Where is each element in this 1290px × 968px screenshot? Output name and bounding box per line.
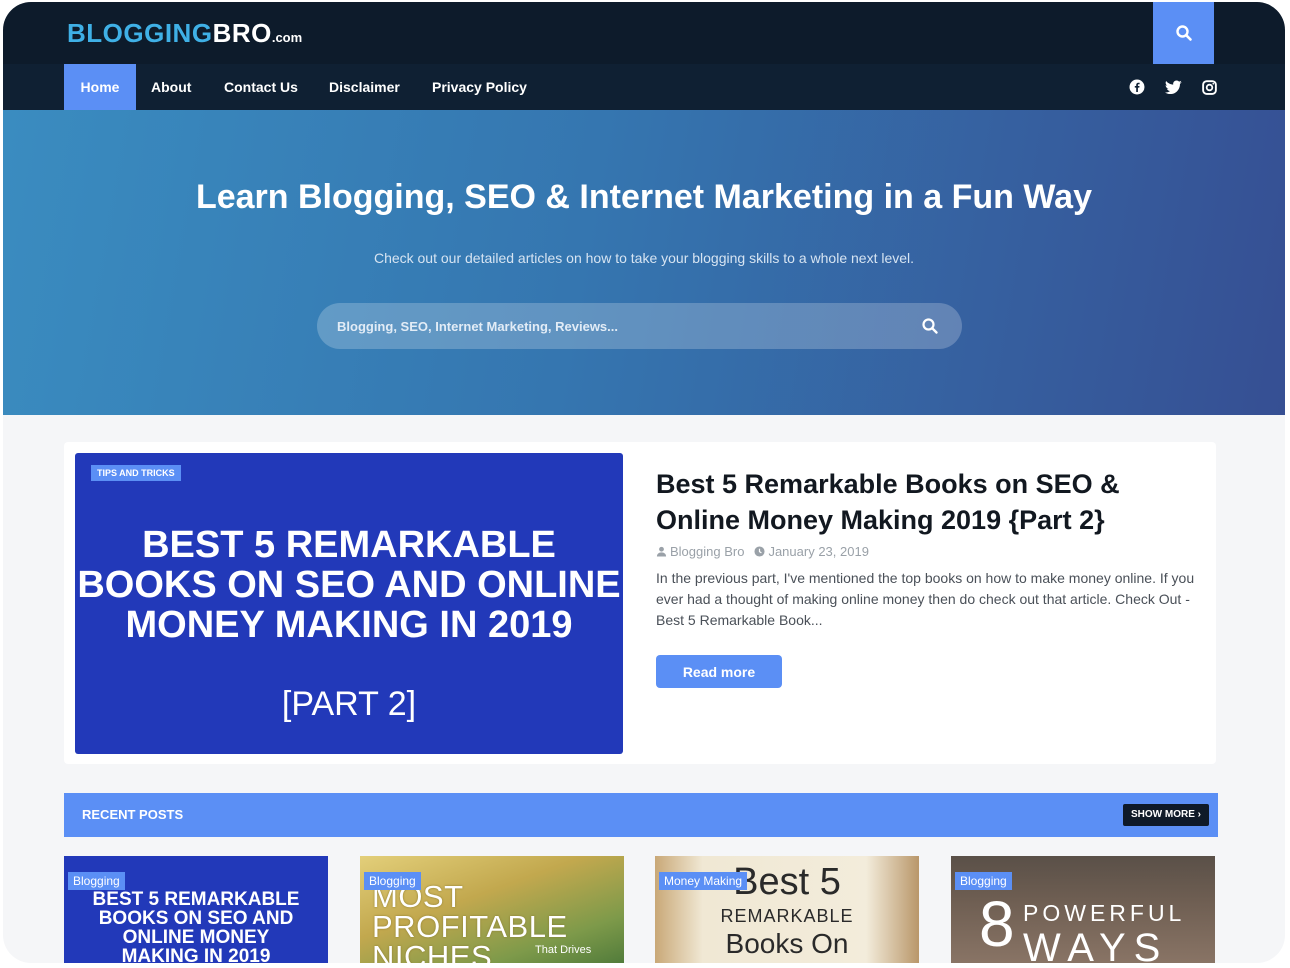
recent-post-card[interactable]: Blogging BEST 5 REMARKABLE BOOKS ON SEO … bbox=[64, 856, 328, 963]
featured-post-meta: Blogging Bro January 23, 2019 bbox=[656, 544, 879, 559]
featured-post-title[interactable]: Best 5 Remarkable Books on SEO & Online … bbox=[656, 466, 1196, 538]
nav-item-contact-us[interactable]: Contact Us bbox=[224, 64, 298, 110]
nav-item-privacy-policy[interactable]: Privacy Policy bbox=[432, 64, 527, 110]
card-category-tag[interactable]: Blogging bbox=[364, 872, 421, 890]
post-date: January 23, 2019 bbox=[768, 544, 869, 559]
clock-icon bbox=[754, 546, 765, 557]
post-author[interactable]: Blogging Bro bbox=[670, 544, 744, 559]
nav-item-disclaimer[interactable]: Disclaimer bbox=[329, 64, 400, 110]
main-nav: Home About Contact Us Disclaimer Privacy… bbox=[3, 64, 1285, 110]
recent-post-card[interactable]: Blogging MOST PROFITABLE NICHES That Dri… bbox=[360, 856, 624, 963]
hero-section: Learn Blogging, SEO & Internet Marketing… bbox=[3, 110, 1285, 415]
hero-subtitle: Check out our detailed articles on how t… bbox=[373, 250, 915, 266]
user-icon bbox=[656, 546, 667, 557]
featured-post-excerpt: In the previous part, I've mentioned the… bbox=[656, 570, 1195, 628]
featured-post-image[interactable]: TIPS AND TRICKS BEST 5 REMARKABLE BOOKS … bbox=[75, 453, 623, 754]
logo-part-com: .com bbox=[271, 30, 303, 45]
recent-post-card[interactable]: Money Making Best 5 REMARKABLE Books On bbox=[655, 856, 919, 963]
card-image-number: 8 bbox=[979, 888, 1015, 960]
hero-title: Learn Blogging, SEO & Internet Marketing… bbox=[195, 178, 1093, 216]
featured-image-part: [PART 2] bbox=[281, 685, 417, 723]
nav-item-about[interactable]: About bbox=[151, 64, 191, 110]
header-search-button[interactable] bbox=[1153, 2, 1214, 64]
site-logo[interactable]: BLOGGINGBRO.com bbox=[67, 18, 302, 49]
twitter-icon[interactable] bbox=[1164, 78, 1182, 96]
top-bar: BLOGGINGBRO.com bbox=[3, 2, 1285, 64]
featured-post: TIPS AND TRICKS BEST 5 REMARKABLE BOOKS … bbox=[64, 442, 1216, 764]
search-icon[interactable] bbox=[921, 317, 939, 335]
read-more-button[interactable]: Read more bbox=[656, 655, 782, 688]
featured-category-tag[interactable]: TIPS AND TRICKS bbox=[91, 465, 181, 481]
card-image-line-2: REMARKABLE bbox=[720, 906, 854, 926]
card-image-headline: BEST 5 REMARKABLE BOOKS ON SEO AND ONLIN… bbox=[92, 889, 300, 963]
nav-item-home[interactable]: Home bbox=[64, 64, 136, 110]
logo-part-bro: BRO bbox=[212, 18, 272, 48]
card-category-tag[interactable]: Blogging bbox=[68, 872, 125, 890]
recent-posts-header: RECENT POSTS SHOW MORE › bbox=[64, 793, 1218, 837]
card-category-tag[interactable]: Blogging bbox=[955, 872, 1012, 890]
show-more-button[interactable]: SHOW MORE › bbox=[1123, 804, 1209, 826]
search-icon bbox=[1175, 25, 1192, 41]
card-image-subtext: That Drives bbox=[535, 944, 592, 956]
card-image-line-3: Books On bbox=[725, 928, 849, 959]
instagram-icon[interactable] bbox=[1200, 78, 1218, 96]
logo-part-blogging: BLOGGING bbox=[67, 18, 213, 48]
card-image-line-3: WAYS bbox=[1023, 926, 1169, 963]
card-category-tag[interactable]: Money Making bbox=[659, 872, 748, 890]
facebook-icon[interactable] bbox=[1128, 78, 1146, 96]
hero-search-box bbox=[317, 303, 962, 349]
card-image-line-2: POWERFUL bbox=[1023, 900, 1186, 926]
page-frame: BLOGGINGBRO.com Home About Contact Us Di… bbox=[3, 2, 1285, 963]
featured-image-headline: BEST 5 REMARKABLE BOOKS ON SEO AND ONLIN… bbox=[77, 524, 621, 646]
hero-search-input[interactable] bbox=[337, 303, 897, 349]
recent-post-card[interactable]: Blogging 8 POWERFUL WAYS bbox=[951, 856, 1215, 963]
recent-posts-title: RECENT POSTS bbox=[82, 807, 184, 822]
